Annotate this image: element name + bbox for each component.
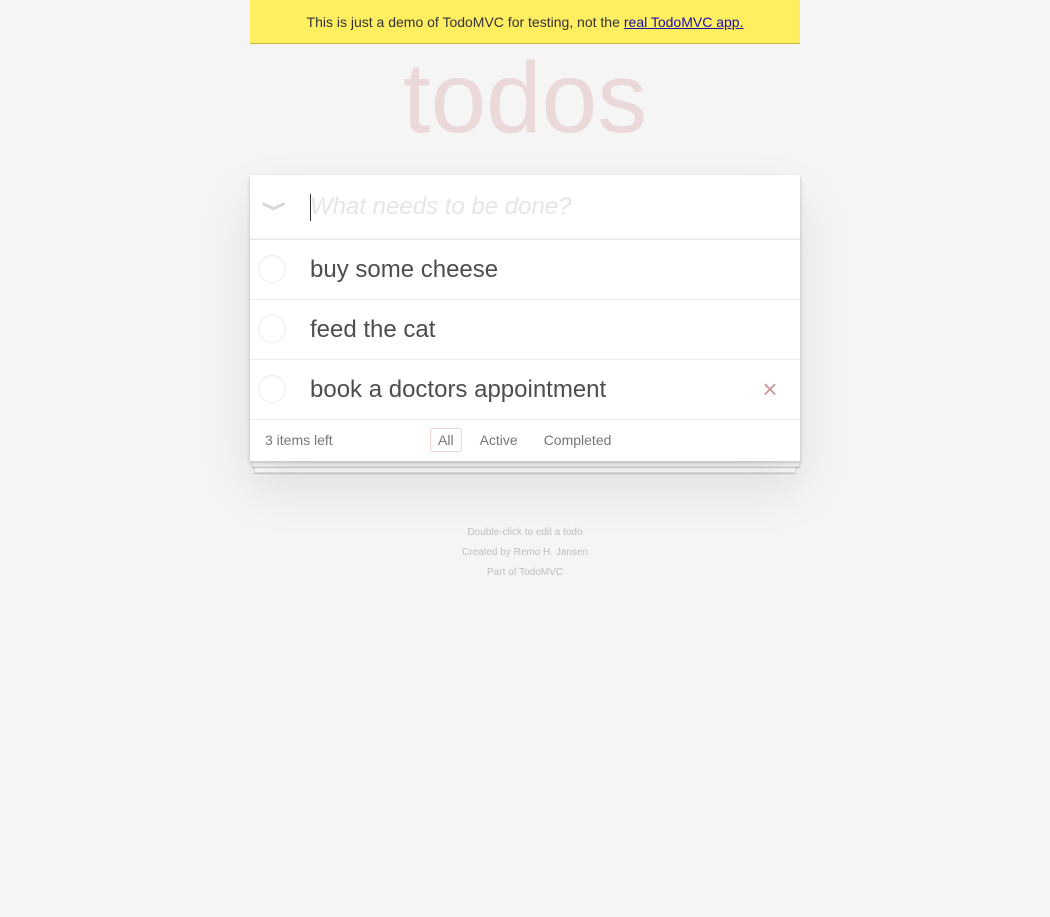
real-todomvc-link[interactable]: real TodoMVC app. (624, 14, 744, 30)
new-todo-row: ❯ (250, 175, 800, 240)
new-todo-input[interactable] (310, 185, 780, 229)
filter-all[interactable]: All (430, 428, 462, 452)
filter-completed[interactable]: Completed (536, 428, 620, 452)
toggle-all-icon[interactable]: ❯ (262, 197, 288, 215)
info-credits: Created by Remo H. Jansen (461, 547, 589, 558)
todo-toggle-checkbox[interactable] (258, 375, 286, 403)
text-cursor (310, 194, 311, 221)
todo-item[interactable]: feed the cat (250, 300, 800, 360)
info-edit-hint: Double-click to edit a todo (467, 527, 583, 538)
todo-label[interactable]: buy some cheese (310, 240, 498, 299)
info-part-of: Part of TodoMVC (487, 567, 563, 578)
todo-footer: 3 items left All Active Completed (250, 420, 800, 461)
items-left-count: 3 items left (265, 432, 333, 448)
page-title: todos (402, 42, 648, 154)
info-footer: Double-click to edit a todo Created by R… (250, 523, 800, 583)
todo-label[interactable]: feed the cat (310, 300, 435, 359)
delete-todo-icon[interactable]: × (760, 374, 780, 404)
banner-text: This is just a demo of TodoMVC for testi… (306, 13, 620, 30)
todo-toggle-checkbox[interactable] (258, 315, 286, 343)
filter-active[interactable]: Active (472, 428, 526, 452)
todo-app: ❯ buy some cheese feed the cat book a do… (250, 175, 800, 461)
todo-label[interactable]: book a doctors appointment (310, 360, 606, 419)
filter-tabs: All Active Completed (430, 428, 619, 452)
todo-item[interactable]: buy some cheese (250, 240, 800, 300)
todo-item[interactable]: book a doctors appointment × (250, 360, 800, 420)
todo-toggle-checkbox[interactable] (258, 255, 286, 283)
